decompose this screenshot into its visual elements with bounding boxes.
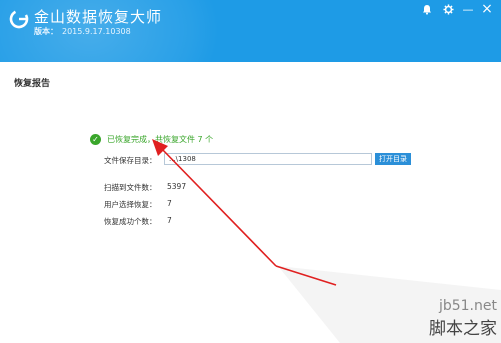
watermark-site: jb51.net: [438, 298, 497, 314]
check-circle-icon: ✓: [90, 134, 101, 145]
status-row: ✓ 已恢复完成，共恢复文件 7 个: [90, 134, 213, 145]
selected-count-label: 用户选择恢复：: [104, 200, 157, 209]
save-dir-label: 文件保存目录：: [104, 156, 157, 165]
app-logo-icon: [9, 9, 29, 29]
app-title: 金山数据恢复大师: [34, 8, 163, 26]
success-count-value: 7: [167, 216, 172, 225]
minimize-button[interactable]: —: [461, 2, 475, 16]
success-count-label: 恢复成功个数：: [104, 217, 157, 226]
title-bar: 金山数据恢复大师 版本： 2015.9.17.10308 — ×: [0, 0, 501, 62]
version-number: 2015.9.17.10308: [62, 27, 131, 36]
status-text: 已恢复完成，共恢复文件 7 个: [107, 135, 214, 144]
version-label: 版本：: [34, 27, 58, 36]
bell-icon[interactable]: [420, 2, 434, 16]
open-dir-button[interactable]: 打开目录: [375, 153, 411, 165]
save-dir-field[interactable]: [164, 153, 372, 165]
watermark-name: 脚本之家: [429, 319, 497, 339]
scanned-count-value: 5397: [167, 182, 187, 191]
gear-icon[interactable]: [441, 2, 455, 16]
scanned-count-label: 扫描到文件数：: [104, 183, 157, 192]
version-text: 版本： 2015.9.17.10308: [34, 26, 131, 37]
close-button[interactable]: ×: [480, 1, 494, 17]
watermark: jb51.net 脚本之家: [429, 298, 497, 339]
report-title: 恢复报告: [14, 79, 51, 89]
selected-count-value: 7: [167, 199, 172, 208]
report-panel: 恢复报告 ✓ 已恢复完成，共恢复文件 7 个 文件保存目录： 打开目录 扫描到文…: [0, 62, 501, 343]
